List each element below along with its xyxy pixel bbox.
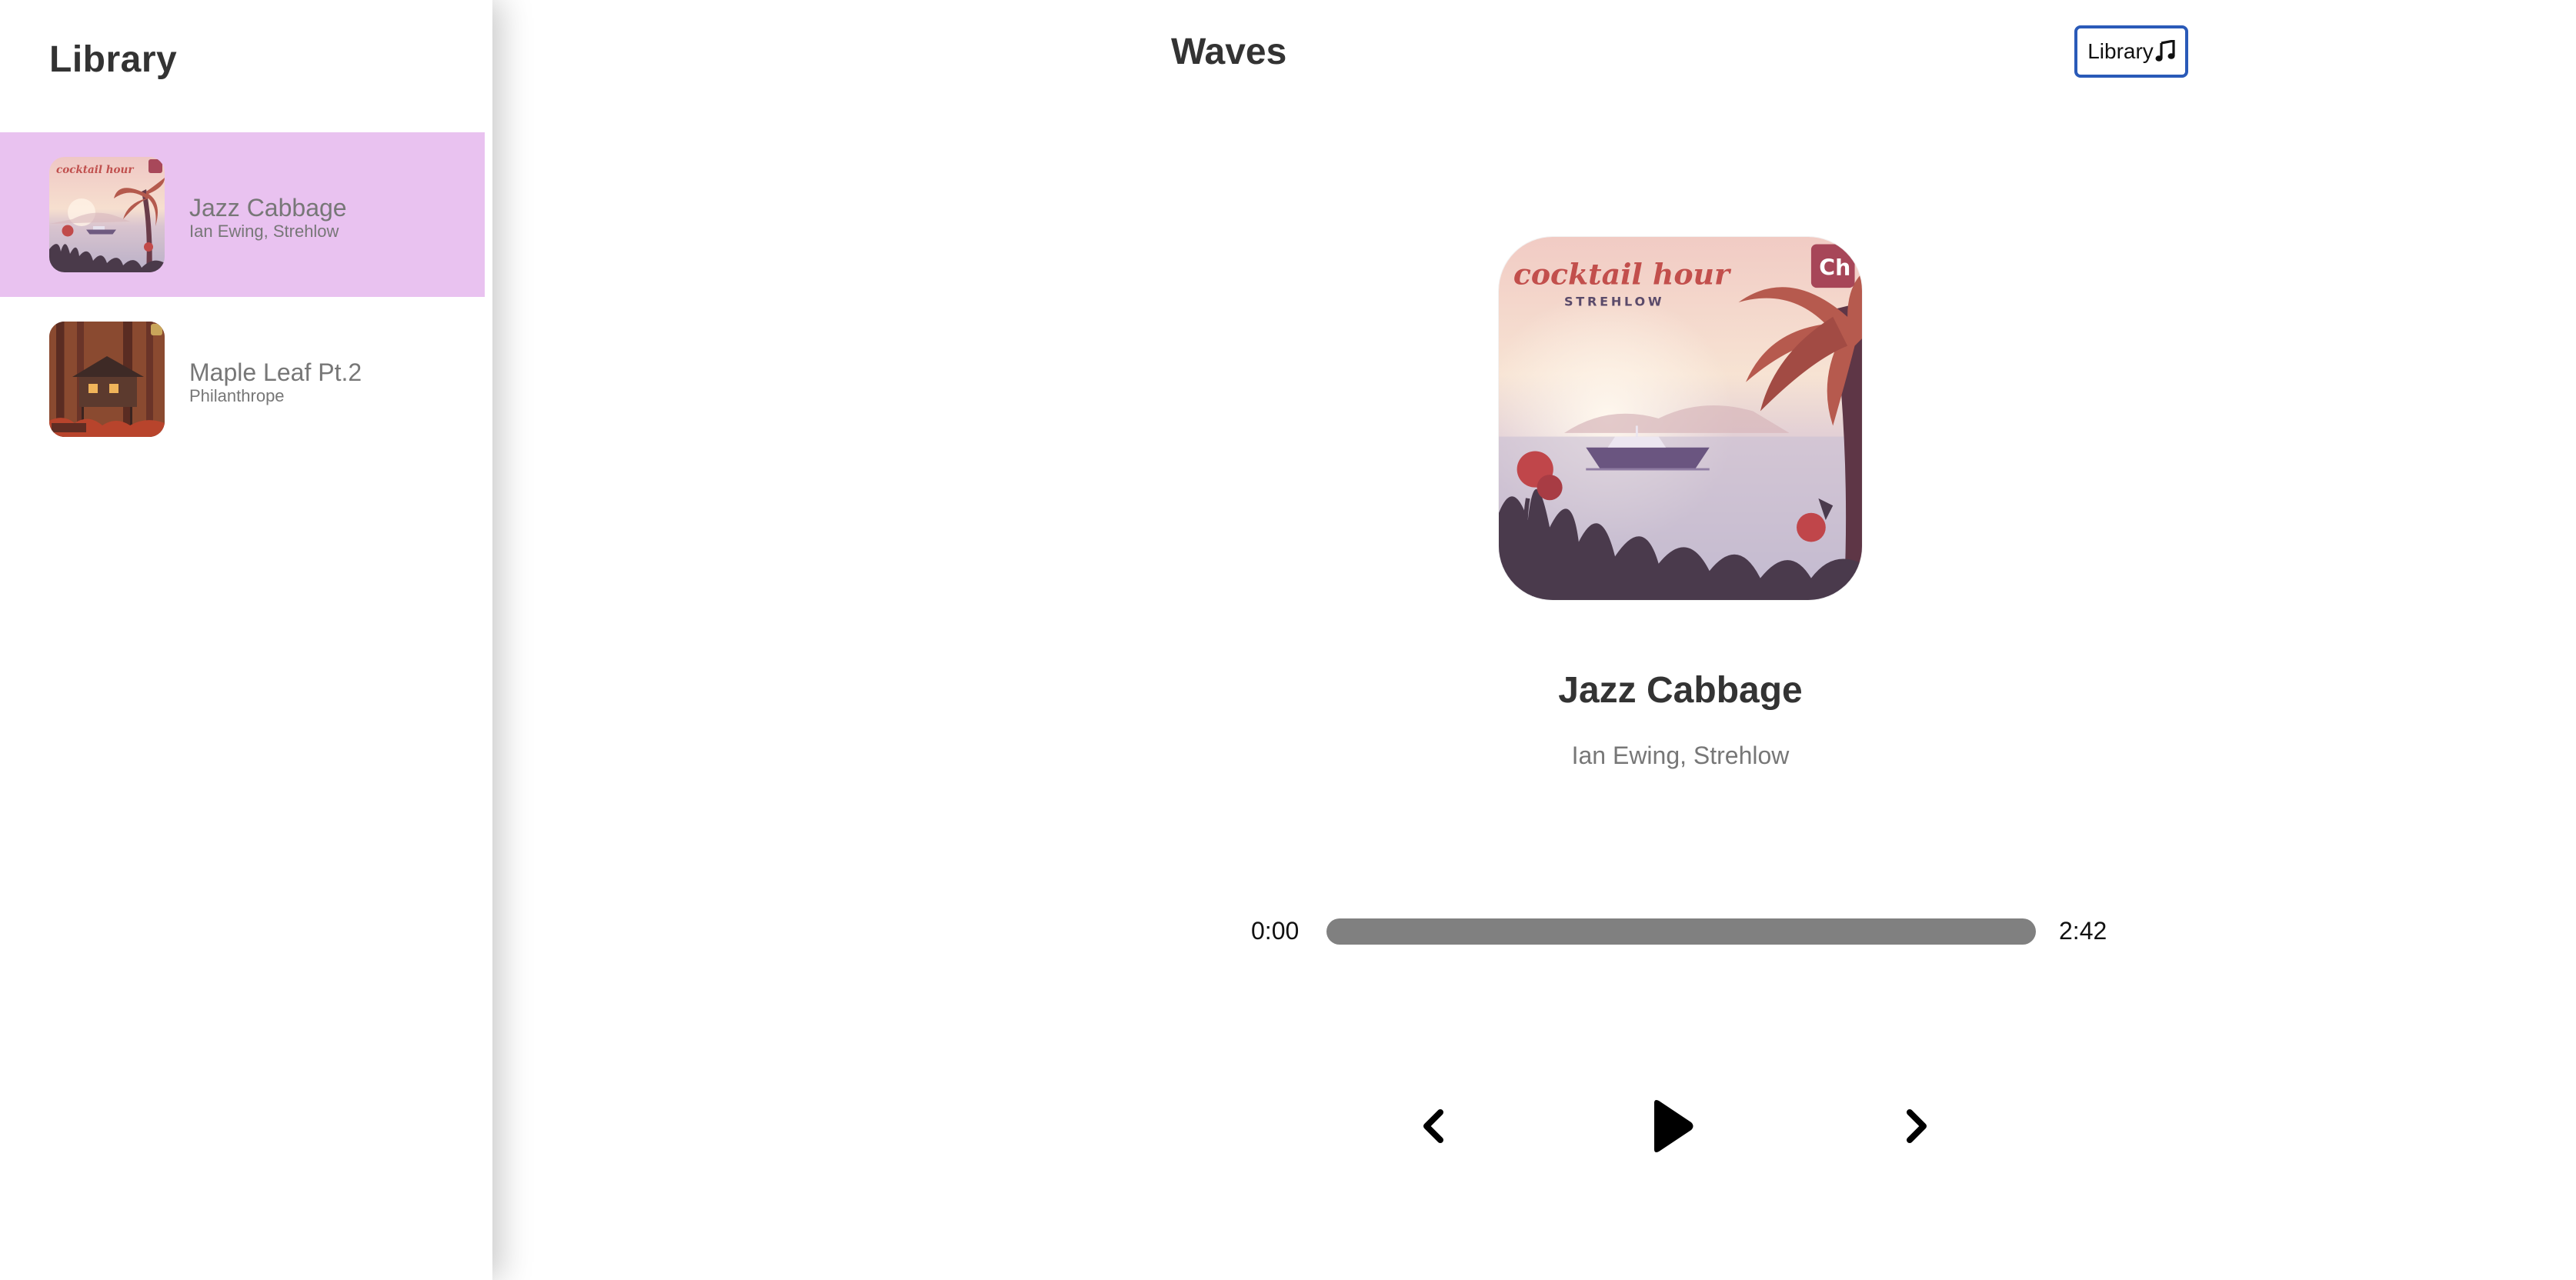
song-list: cocktail hour Jazz Cabbage Ian Ewing, St… — [0, 132, 485, 462]
library-toggle-button[interactable]: Library — [2074, 25, 2188, 78]
album-cover-maple-leaf-thumb — [49, 322, 165, 437]
progress-slider[interactable] — [1326, 918, 2036, 945]
album-cover-cocktail-hour: cocktail hour STREHLOW Ch — [1499, 237, 1862, 600]
chevron-right-icon — [1907, 1109, 1927, 1143]
song-artist: Ian Ewing, Strehlow — [189, 222, 339, 241]
song-meta: Maple Leaf Pt.2 Philanthrope — [189, 358, 362, 406]
svg-text:cocktail hour: cocktail hour — [56, 164, 134, 176]
now-playing-title: Jazz Cabbage — [1558, 670, 1803, 711]
previous-track-button[interactable] — [1406, 1103, 1460, 1149]
svg-text:cocktail hour: cocktail hour — [1513, 257, 1732, 291]
svg-text:STREHLOW: STREHLOW — [1564, 295, 1664, 309]
library-sidebar: Library cocktail hour Jazz Cabbage Ian E… — [0, 0, 492, 1280]
music-note-icon — [2155, 40, 2175, 63]
play-icon — [1654, 1100, 1693, 1152]
total-time: 2:42 — [2059, 917, 2107, 945]
song-name: Maple Leaf Pt.2 — [189, 358, 362, 386]
app-title: Waves — [1171, 32, 1287, 72]
song-artist: Philanthrope — [189, 386, 285, 405]
song-item-jazz-cabbage[interactable]: cocktail hour Jazz Cabbage Ian Ewing, St… — [0, 132, 485, 297]
player-main: Waves Library cocktail hour STREHLOW Ch … — [492, 0, 2576, 1280]
app-window: Library cocktail hour Jazz Cabbage Ian E… — [0, 0, 2576, 1280]
library-title: Library — [49, 39, 178, 80]
svg-text:Ch: Ch — [1819, 255, 1850, 281]
chevron-left-icon — [1423, 1109, 1443, 1143]
next-track-button[interactable] — [1890, 1103, 1944, 1149]
song-item-maple-leaf[interactable]: Maple Leaf Pt.2 Philanthrope — [0, 297, 485, 462]
library-button-label: Library — [2087, 39, 2154, 63]
album-cover-cocktail-hour-thumb: cocktail hour — [49, 157, 165, 272]
play-button[interactable] — [1637, 1094, 1707, 1158]
now-playing-artist: Ian Ewing, Strehlow — [1571, 742, 1790, 769]
current-time: 0:00 — [1251, 917, 1300, 945]
song-name: Jazz Cabbage — [189, 194, 347, 222]
song-meta: Jazz Cabbage Ian Ewing, Strehlow — [189, 194, 347, 242]
